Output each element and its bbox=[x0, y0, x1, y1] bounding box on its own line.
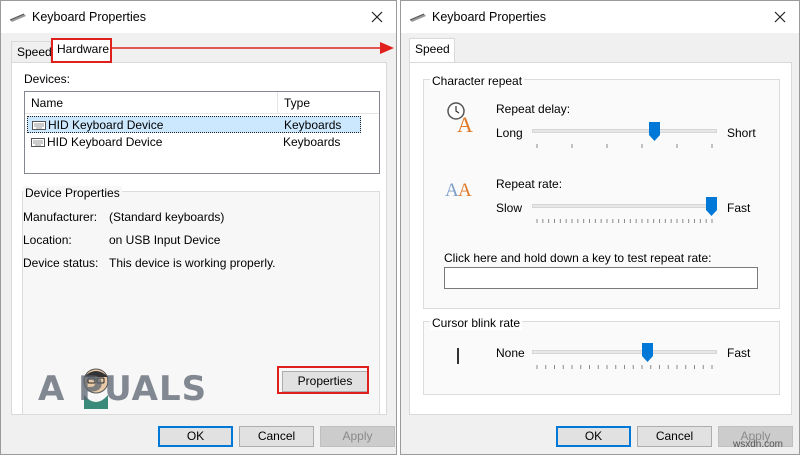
repeat-delay-max-label: Short bbox=[727, 126, 756, 140]
tab-speed[interactable]: Speed bbox=[409, 38, 455, 63]
tab-label: Speed bbox=[415, 42, 450, 56]
slider-ticks bbox=[536, 365, 713, 369]
hardware-panel: Devices: Name Type HID Keyboard Device K… bbox=[11, 62, 387, 415]
group-label: Cursor blink rate bbox=[430, 316, 523, 330]
properties-button-highlight bbox=[277, 366, 369, 394]
window-title: Keyboard Properties bbox=[432, 10, 546, 24]
appuals-watermark-text: A PUALS bbox=[38, 369, 208, 409]
column-header-name[interactable]: Name bbox=[25, 92, 277, 114]
tab-label: Speed bbox=[17, 45, 52, 59]
group-label: Character repeat bbox=[430, 74, 525, 88]
cursor-blink-slider[interactable] bbox=[532, 341, 717, 371]
cursor-blink-max-label: Fast bbox=[727, 346, 751, 360]
devices-list[interactable]: Name Type HID Keyboard Device Keyboards bbox=[24, 91, 380, 174]
slider-ticks bbox=[536, 219, 713, 223]
apply-button[interactable]: Apply bbox=[320, 426, 395, 447]
slider-track bbox=[532, 350, 717, 354]
column-header-type[interactable]: Type bbox=[277, 92, 379, 114]
character-repeat-group: Character repeat A Repeat delay: Long Sh… bbox=[423, 74, 780, 309]
device-status-label: Device status: bbox=[23, 256, 99, 270]
close-button[interactable] bbox=[366, 6, 388, 28]
repeat-rate-min-label: Slow bbox=[496, 201, 523, 215]
close-icon bbox=[371, 11, 383, 23]
close-icon bbox=[774, 11, 786, 23]
window-title: Keyboard Properties bbox=[32, 10, 146, 24]
device-name: HID Keyboard Device bbox=[47, 135, 163, 149]
test-repeat-input[interactable] bbox=[444, 267, 758, 289]
device-type: Keyboards bbox=[283, 135, 341, 149]
svg-text:A: A bbox=[457, 112, 473, 134]
ok-button[interactable]: OK bbox=[556, 426, 631, 447]
slider-thumb[interactable] bbox=[706, 197, 717, 216]
table-row[interactable]: HID Keyboard Device Keyboards bbox=[27, 134, 361, 151]
keyboard-icon bbox=[32, 121, 46, 130]
speed-panel: Character repeat A Repeat delay: Long Sh… bbox=[409, 62, 792, 415]
column-header-label: Name bbox=[31, 96, 64, 110]
cursor-icon bbox=[457, 348, 459, 364]
slider-track bbox=[532, 204, 717, 208]
slider-thumb[interactable] bbox=[641, 343, 653, 362]
repeat-rate-max-label: Fast bbox=[727, 201, 751, 215]
repeat-rate-label: Repeat rate: bbox=[496, 177, 563, 191]
svg-text:A: A bbox=[445, 180, 459, 200]
svg-text:A: A bbox=[458, 180, 472, 200]
repeat-rate-slider[interactable] bbox=[532, 195, 717, 225]
close-button[interactable] bbox=[769, 6, 791, 28]
repeat-delay-icon: A bbox=[447, 102, 473, 134]
table-row[interactable]: HID Keyboard Device Keyboards bbox=[27, 116, 361, 133]
test-repeat-label: Click here and hold down a key to test r… bbox=[444, 251, 712, 265]
keyboard-properties-window-speed: Keyboard Properties Speed Character repe… bbox=[400, 0, 800, 455]
title-bar: Keyboard Properties bbox=[1, 1, 396, 33]
repeat-delay-label: Repeat delay: bbox=[496, 102, 571, 116]
slider-thumb[interactable] bbox=[648, 122, 660, 141]
device-status-value: This device is working properly. bbox=[109, 256, 276, 270]
cursor-blink-min-label: None bbox=[496, 346, 525, 360]
keyboard-app-icon bbox=[9, 13, 26, 22]
keyboard-app-icon bbox=[409, 13, 426, 22]
slider-ticks bbox=[536, 144, 713, 148]
column-header-label: Type bbox=[284, 96, 311, 110]
arrow-annotation-icon bbox=[110, 42, 394, 54]
tab-speed[interactable]: Speed bbox=[11, 41, 52, 63]
location-label: Location: bbox=[23, 233, 72, 247]
ok-button[interactable]: OK bbox=[158, 426, 233, 447]
device-type: Keyboards bbox=[284, 118, 342, 132]
keyboard-icon bbox=[31, 138, 45, 147]
hardware-tab-highlight bbox=[51, 38, 112, 63]
cancel-button[interactable]: Cancel bbox=[239, 426, 314, 447]
device-name: HID Keyboard Device bbox=[48, 118, 164, 132]
location-value: on USB Input Device bbox=[109, 233, 221, 247]
title-bar: Keyboard Properties bbox=[401, 1, 799, 33]
repeat-rate-icon: A A bbox=[445, 180, 472, 200]
manufacturer-label: Manufacturer: bbox=[23, 210, 98, 224]
cancel-button[interactable]: Cancel bbox=[637, 426, 712, 447]
site-watermark: wsxdn.com bbox=[733, 439, 784, 450]
manufacturer-value: (Standard keyboards) bbox=[109, 210, 225, 224]
list-header: Name Type bbox=[25, 92, 379, 114]
appuals-watermark: A PUALS bbox=[38, 365, 238, 415]
repeat-delay-min-label: Long bbox=[496, 126, 523, 140]
cursor-blink-group: Cursor blink rate None Fast bbox=[423, 316, 780, 395]
repeat-delay-slider[interactable] bbox=[532, 120, 717, 150]
devices-label: Devices: bbox=[24, 72, 71, 86]
group-label: Device Properties bbox=[23, 186, 122, 200]
slider-track bbox=[532, 129, 717, 133]
